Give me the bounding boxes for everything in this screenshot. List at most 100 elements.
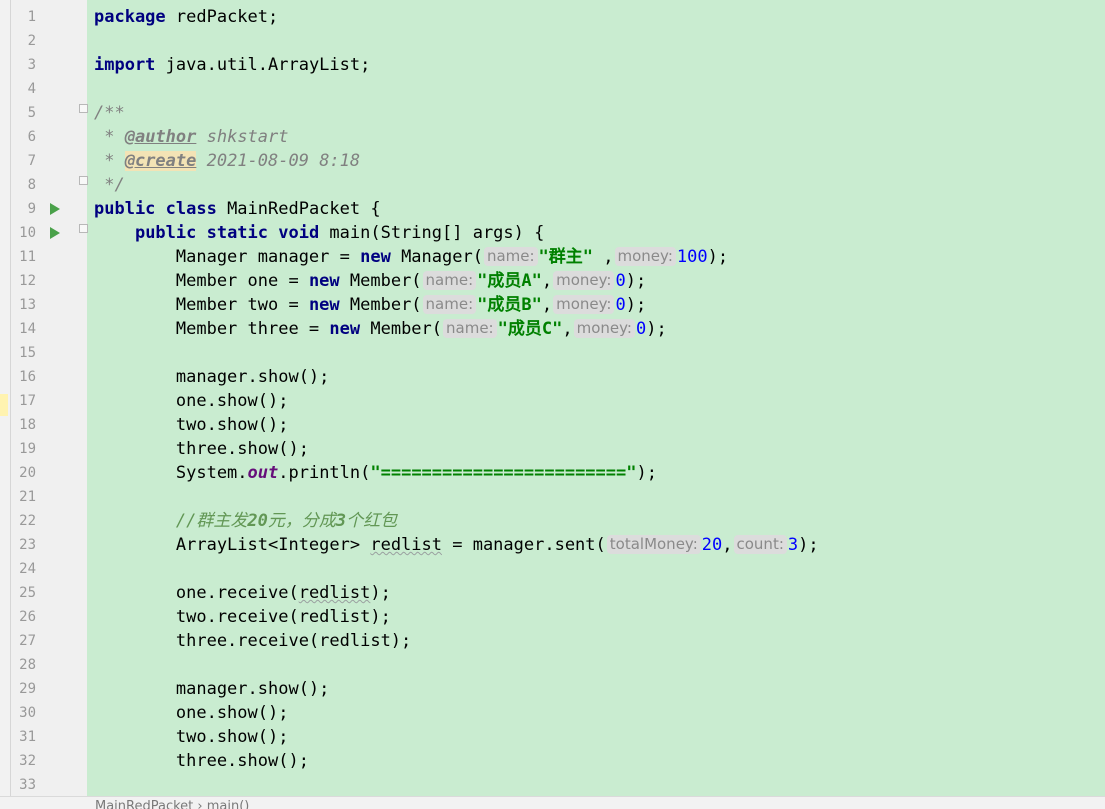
line-number: 27 [19, 633, 36, 649]
line-number: 6 [27, 129, 36, 145]
keyword-token: new [329, 319, 361, 339]
comment-text: 3 [335, 511, 347, 531]
code-line[interactable]: * @create 2021-08-09 8:18 [94, 149, 360, 173]
line-number: 22 [19, 513, 36, 529]
comment-text: shkstart [196, 127, 289, 147]
keyword-token: new [360, 247, 391, 267]
line-number: 30 [19, 705, 36, 721]
parameter-hint: name: [422, 295, 477, 314]
code-line[interactable]: */ [94, 173, 125, 197]
fold-icon[interactable] [79, 224, 88, 233]
parameter-hint: totalMoney: [606, 535, 701, 554]
run-icon[interactable] [50, 203, 60, 215]
code-line[interactable]: * @author shkstart [94, 125, 289, 149]
code-line[interactable]: one.show(); [94, 389, 289, 413]
line-number: 17 [19, 393, 36, 409]
line-number: 15 [19, 345, 36, 361]
current-line-marker [0, 394, 8, 416]
parameter-hint: money: [553, 295, 615, 314]
line-number: 3 [27, 57, 36, 73]
parameter-hint: money: [614, 247, 676, 266]
code-line[interactable]: one.receive(redlist); [94, 581, 391, 605]
parameter-hint: money: [553, 271, 615, 290]
code-line[interactable]: three.show(); [94, 749, 309, 773]
breadcrumb-bar: MainRedPacket › main() [0, 796, 1105, 809]
line-number: 12 [19, 273, 36, 289]
line-number: 32 [19, 753, 36, 769]
string-literal: "========================" [370, 463, 637, 483]
code-line[interactable]: Manager manager = new Manager(name: "群主" … [94, 245, 728, 269]
string-literal: "群主" [538, 247, 594, 267]
code-line[interactable]: two.show(); [94, 725, 289, 749]
number-literal: 0 [615, 271, 626, 291]
parameter-hint: money: [573, 319, 635, 338]
code-line[interactable]: Member two = new Member(name: "成员B", money… [94, 293, 646, 317]
code-line[interactable]: two.show(); [94, 413, 289, 437]
keyword-token: new [308, 271, 340, 291]
code-line[interactable]: three.receive(redlist); [94, 629, 411, 653]
line-number: 31 [19, 729, 36, 745]
line-number: 2 [27, 33, 36, 49]
comment-text: 20 [247, 511, 268, 531]
parameter-hint: count: [733, 535, 787, 554]
code-line[interactable]: ArrayList<Integer> redlist = manager.sen… [94, 533, 819, 557]
line-number: 20 [19, 465, 36, 481]
javadoc-tag: @create [124, 151, 197, 171]
javadoc-tag: @author [124, 127, 197, 147]
fold-icon[interactable] [79, 104, 88, 113]
comment-text: /** [94, 103, 125, 123]
line-number: 16 [19, 369, 36, 385]
line-number: 9 [27, 201, 36, 217]
line-number: 26 [19, 609, 36, 625]
fold-icon[interactable] [79, 176, 88, 185]
code-line[interactable]: three.show(); [94, 437, 309, 461]
line-number: 8 [27, 177, 36, 193]
code-line[interactable]: Member one = new Member(name: "成员A", money… [94, 269, 646, 293]
number-literal: 3 [787, 535, 799, 555]
comment-text: 元，分成 [267, 511, 336, 531]
string-literal: "成员A" [477, 271, 542, 291]
code-line[interactable]: public static void main(String[] args) { [94, 221, 544, 245]
line-number: 18 [19, 417, 36, 433]
line-number: 5 [27, 105, 36, 121]
run-icon[interactable] [50, 227, 60, 239]
line-number: 19 [19, 441, 36, 457]
line-number: 24 [19, 561, 36, 577]
line-number: 7 [27, 153, 36, 169]
string-literal: "成员B" [477, 295, 542, 315]
warning-highlight: redlist [298, 583, 371, 603]
number-literal: 100 [676, 247, 708, 267]
code-line[interactable]: System.out.println("====================… [94, 461, 657, 485]
keyword-token: public static void [134, 223, 320, 243]
parameter-hint: name: [422, 271, 477, 290]
comment-text: */ [94, 175, 125, 195]
comment-text: //群主发 [175, 511, 248, 531]
code-line[interactable]: manager.show(); [94, 677, 330, 701]
code-line[interactable]: manager.show(); [94, 365, 330, 389]
line-number: 14 [19, 321, 36, 337]
comment-text: * [94, 151, 125, 171]
comment-text: 个红包 [346, 511, 398, 531]
code-line[interactable]: public class MainRedPacket { [94, 197, 381, 221]
number-literal: 0 [635, 319, 647, 339]
line-number: 1 [27, 9, 36, 25]
code-line[interactable]: //群主发20元，分成3个红包 [94, 509, 397, 533]
code-line[interactable]: one.show(); [94, 701, 289, 725]
code-line[interactable]: Member three = new Member(name: "成员C", mon… [94, 317, 667, 341]
code-line[interactable]: package redPacket; [94, 5, 278, 29]
code-line[interactable]: import java.util.ArrayList; [94, 53, 370, 77]
static-field: out [247, 463, 279, 483]
line-number: 21 [19, 489, 36, 505]
keyword-token: package [94, 7, 166, 27]
code-line[interactable]: two.receive(redlist); [94, 605, 391, 629]
keyword-token: import [94, 55, 156, 75]
comment-text: * [94, 127, 125, 147]
line-number: 23 [19, 537, 36, 553]
parameter-hint: name: [443, 319, 497, 338]
line-number: 33 [19, 777, 36, 793]
line-number: 25 [19, 585, 36, 601]
keyword-token: public class [94, 199, 217, 219]
code-line[interactable]: /** [94, 101, 125, 125]
number-literal: 20 [701, 535, 723, 555]
line-number: 29 [19, 681, 36, 697]
